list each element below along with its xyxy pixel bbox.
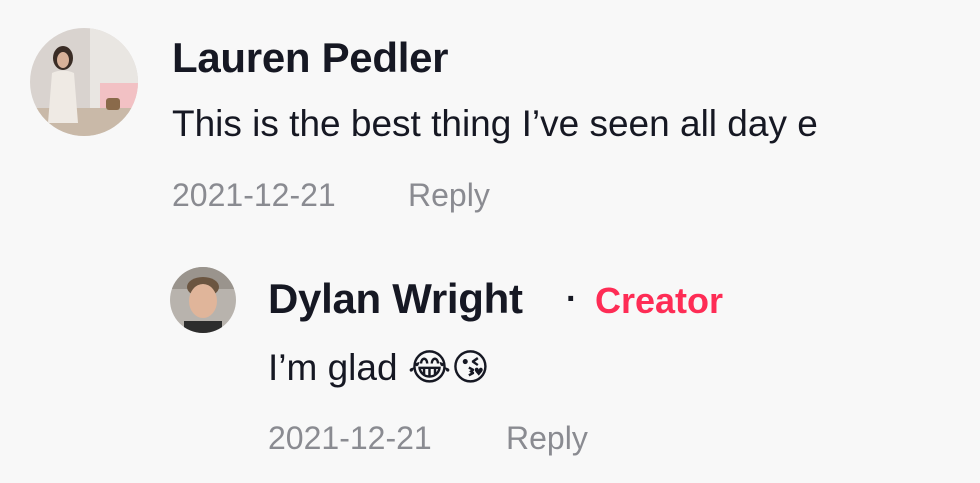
comment-text: I’m glad 😂😘: [268, 347, 490, 388]
separator-dot: ·: [566, 280, 578, 318]
avatar[interactable]: [170, 267, 236, 333]
comment-author[interactable]: Lauren Pedler: [172, 34, 449, 82]
comment-text: This is the best thing I’ve seen all day…: [172, 103, 818, 144]
creator-badge: Creator: [595, 280, 724, 321]
reply-button[interactable]: Reply: [408, 177, 490, 214]
avatar-photo: [30, 28, 138, 136]
comment-date: 2021-12-21: [172, 177, 336, 213]
comment-author[interactable]: Dylan Wright: [268, 275, 523, 323]
avatar[interactable]: [30, 28, 138, 136]
comment-date: 2021-12-21: [268, 420, 432, 456]
avatar-photo: [170, 267, 236, 333]
reply-button[interactable]: Reply: [506, 420, 588, 457]
